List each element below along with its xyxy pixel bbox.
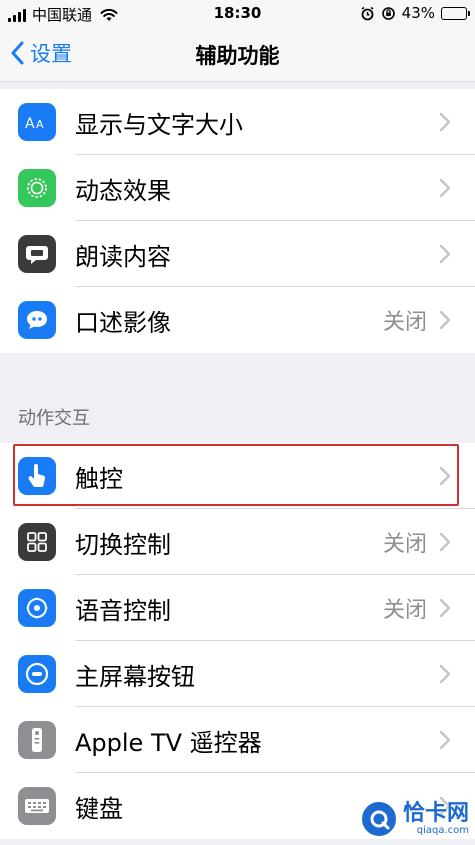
- home-button-icon: [18, 655, 56, 693]
- text-size-icon: AA: [18, 103, 56, 141]
- settings-row-value: 关闭: [382, 598, 427, 623]
- keyboard-icon: [18, 787, 56, 825]
- svg-text:A: A: [36, 118, 44, 131]
- chevron-right-icon: [439, 310, 451, 330]
- interaction-settings-group: 触控 切换控制 关闭 语音控制 关闭 主屏幕按钮 Apple TV 遥控器 键盘: [0, 443, 475, 839]
- chevron-right-icon: [439, 178, 451, 198]
- chevron-right-icon: [439, 532, 451, 552]
- chevron-right-icon: [439, 730, 451, 750]
- settings-row-label: 切换控制: [75, 530, 171, 559]
- battery-percent: 43%: [401, 4, 435, 22]
- svg-text:A: A: [25, 116, 35, 132]
- chevron-right-icon: [439, 244, 451, 264]
- audio-description-icon: [18, 301, 56, 339]
- spoken-content-icon: [18, 235, 56, 273]
- status-right: 43%: [360, 4, 470, 22]
- settings-row-label: 触控: [75, 464, 123, 493]
- settings-row-motion[interactable]: 动态效果: [0, 155, 475, 221]
- page-title: 辅助功能: [195, 44, 280, 68]
- alarm-icon: [361, 6, 374, 20]
- settings-row-spoken-content[interactable]: 朗读内容: [0, 221, 475, 287]
- settings-row-value: 关闭: [382, 532, 427, 557]
- section-header-interaction: 动作交互: [18, 408, 90, 429]
- settings-row-audio-description[interactable]: 口述影像 关闭: [0, 287, 475, 353]
- battery-icon: [441, 6, 470, 20]
- settings-row-text-size[interactable]: A A 显示与文字大小: [0, 89, 475, 155]
- settings-row-label: 动态效果: [75, 176, 171, 205]
- settings-row-label: 主屏幕按钮: [75, 662, 195, 691]
- navigation-bar: 设置 辅助功能: [0, 26, 475, 82]
- settings-row-voice-control[interactable]: 语音控制 关闭: [0, 575, 475, 641]
- settings-row-touch[interactable]: 触控: [0, 443, 475, 509]
- settings-row-label: 口述影像: [75, 308, 171, 337]
- watermark: 恰卡网 qiaqa.com: [358, 799, 469, 839]
- chevron-right-icon: [439, 466, 451, 486]
- apple-tv-remote-icon: [18, 721, 56, 759]
- settings-row-label: 显示与文字大小: [75, 110, 243, 139]
- settings-row-value: 关闭: [382, 310, 427, 335]
- orientation-lock-icon: [381, 6, 395, 20]
- settings-row-label: Apple TV 遥控器: [75, 728, 262, 757]
- watermark-url: qiaqa.com: [416, 824, 469, 836]
- vision-settings-group: A A 显示与文字大小 动态效果朗读内容口述影像 关闭: [0, 89, 475, 353]
- settings-row-label: 语音控制: [75, 596, 171, 625]
- settings-row-switch-control[interactable]: 切换控制 关闭: [0, 509, 475, 575]
- settings-row-label: 朗读内容: [75, 242, 171, 271]
- watermark-text: 恰卡网: [402, 800, 469, 826]
- switch-control-icon: [18, 523, 56, 561]
- watermark-logo-icon: [358, 799, 399, 839]
- voice-control-icon: [18, 589, 56, 627]
- chevron-right-icon: [439, 598, 451, 618]
- chevron-right-icon: [439, 664, 451, 684]
- motion-icon: [18, 169, 56, 207]
- touch-icon: [18, 457, 56, 495]
- chevron-right-icon: [439, 112, 451, 132]
- settings-row-apple-tv-remote[interactable]: Apple TV 遥控器: [0, 707, 475, 773]
- status-bar: 中国联通 18:30 43%: [0, 0, 475, 26]
- settings-row-home-button[interactable]: 主屏幕按钮: [0, 641, 475, 707]
